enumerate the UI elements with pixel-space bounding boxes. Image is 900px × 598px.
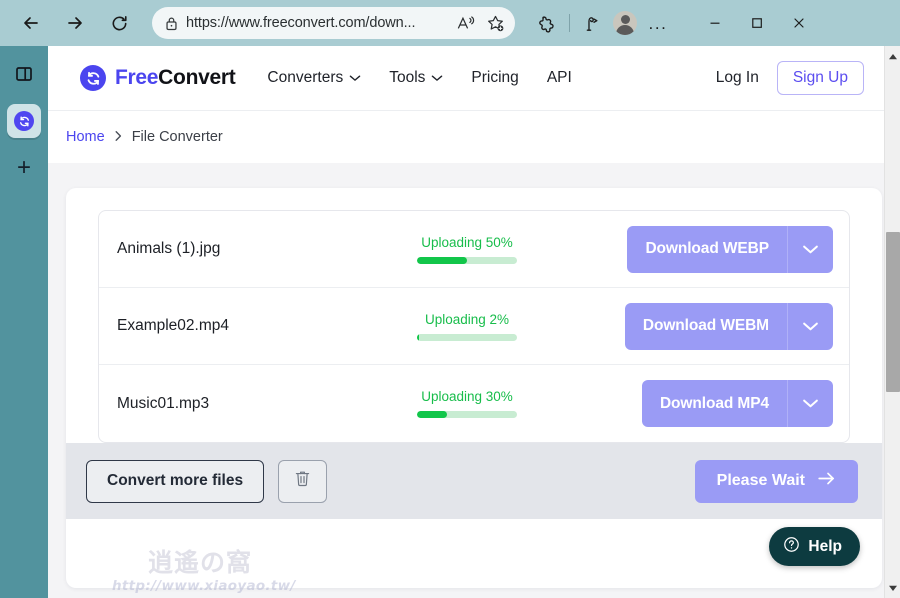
table-row: Music01.mp3 Uploading 30% Download MP4 — [99, 365, 849, 442]
signup-button[interactable]: Sign Up — [776, 61, 864, 95]
nav-label-api: API — [546, 69, 572, 86]
action-bar: Convert more files Please Wait — [66, 443, 882, 519]
progress-fill — [417, 333, 419, 341]
scrollbar-thumb[interactable] — [886, 232, 900, 392]
chevron-down-icon[interactable] — [787, 225, 833, 273]
active-tab-chip — [7, 104, 41, 138]
avatar — [613, 11, 637, 35]
chevron-down-icon[interactable] — [787, 302, 833, 350]
table-row: Example02.mp4 Uploading 2% Download WEBM — [99, 288, 849, 365]
close-button[interactable] — [778, 6, 820, 40]
lock-icon — [156, 16, 186, 31]
nav-label-pricing: Pricing — [471, 69, 519, 86]
nav-item-api[interactable]: API — [547, 69, 572, 87]
url-text: https://www.freeconvert.com/down... — [186, 15, 416, 31]
scroll-down-arrow-icon[interactable] — [885, 579, 900, 596]
nav-item-tools[interactable]: Tools — [389, 69, 443, 87]
window-controls — [694, 6, 820, 40]
more-settings-button[interactable]: ... — [642, 7, 674, 39]
minimize-button[interactable] — [694, 6, 736, 40]
brand-text: FreeConvert — [115, 66, 236, 90]
breadcrumb-separator-icon — [114, 130, 123, 145]
arrow-right-icon — [817, 471, 836, 491]
progress-track — [417, 256, 517, 264]
breadcrumb: Home File Converter — [48, 111, 900, 163]
brand-logo[interactable]: FreeConvert — [80, 65, 236, 91]
upload-progress: Uploading 50% — [367, 235, 567, 264]
breadcrumb-current: File Converter — [131, 129, 223, 145]
delete-all-button[interactable] — [278, 459, 328, 503]
upload-status-text: Uploading 30% — [421, 389, 513, 404]
convert-more-files-button[interactable]: Convert more files — [86, 459, 265, 503]
upload-status-text: Uploading 50% — [421, 234, 513, 250]
new-tab-button[interactable]: + — [0, 146, 48, 190]
freeconvert-logo-icon — [80, 65, 106, 91]
address-bar[interactable]: https://www.freeconvert.com/down... — [152, 7, 515, 39]
auth-actions: Log In Sign Up — [716, 61, 864, 95]
download-button[interactable]: Download WEBM — [624, 302, 787, 350]
browser-window: https://www.freeconvert.com/down... ... — [0, 0, 900, 598]
chevron-down-icon — [431, 69, 443, 87]
trash-icon — [294, 469, 311, 493]
help-label: Help — [808, 537, 842, 555]
split-screen-icon[interactable] — [576, 7, 608, 39]
toolbar-icons: ... — [531, 6, 674, 40]
brand-free: Free — [115, 66, 159, 89]
question-mark-circle-icon — [783, 536, 800, 558]
breadcrumb-home[interactable]: Home — [66, 129, 105, 145]
download-split-button: Download WEBM — [624, 302, 833, 350]
main-nav: Converters Tools Pricing API — [267, 69, 599, 87]
scroll-up-arrow-icon[interactable] — [885, 48, 900, 65]
toolbar-divider — [569, 14, 570, 32]
brand-convert: Convert — [158, 66, 236, 89]
browser-toolbar: https://www.freeconvert.com/down... ... — [0, 0, 900, 46]
download-button[interactable]: Download MP4 — [641, 380, 787, 427]
profile-avatar[interactable] — [608, 6, 642, 40]
sidebar-item-active-tab[interactable] — [0, 96, 48, 146]
login-link[interactable]: Log In — [716, 69, 759, 87]
file-name: Example02.mp4 — [117, 317, 230, 334]
add-favorite-star-icon[interactable] — [480, 14, 510, 33]
site-header: FreeConvert Converters Tools Pricing API… — [48, 46, 900, 111]
upload-progress: Uploading 30% — [367, 389, 567, 418]
download-split-button: Download MP4 — [641, 380, 833, 427]
upload-progress: Uploading 2% — [367, 312, 567, 341]
vertical-tab-sidebar: + — [0, 46, 48, 598]
nav-item-pricing[interactable]: Pricing — [471, 69, 518, 87]
file-name: Animals (1).jpg — [117, 240, 221, 257]
help-button[interactable]: Help — [769, 527, 860, 566]
nav-label-converters: Converters — [267, 69, 344, 86]
table-row: Animals (1).jpg Uploading 50% Download W… — [99, 211, 849, 288]
file-name: Music01.mp3 — [117, 394, 210, 412]
plus-icon: + — [16, 154, 31, 181]
freeconvert-favicon — [14, 111, 34, 131]
please-wait-button[interactable]: Please Wait — [694, 459, 858, 503]
forward-button[interactable] — [58, 6, 92, 40]
panel-layout-icon[interactable] — [0, 52, 48, 96]
page-viewport: FreeConvert Converters Tools Pricing API… — [48, 46, 900, 598]
progress-track — [417, 411, 517, 418]
chevron-down-icon — [349, 69, 361, 87]
nav-item-converters[interactable]: Converters — [267, 69, 361, 87]
upload-status-text: Uploading 2% — [424, 311, 510, 327]
more-dots-icon: ... — [648, 13, 668, 33]
progress-fill — [417, 411, 447, 418]
read-aloud-icon[interactable] — [450, 15, 480, 32]
progress-fill — [417, 256, 467, 264]
converter-card: Animals (1).jpg Uploading 50% Download W… — [66, 188, 882, 588]
please-wait-label: Please Wait — [716, 472, 805, 489]
browser-essentials-icon[interactable] — [531, 7, 563, 39]
chevron-down-icon[interactable] — [787, 380, 833, 427]
file-list: Animals (1).jpg Uploading 50% Download W… — [98, 210, 850, 443]
page-body: Animals (1).jpg Uploading 50% Download W… — [48, 163, 900, 598]
download-button[interactable]: Download WEBP — [627, 225, 787, 273]
page-scrollbar[interactable] — [884, 46, 900, 598]
maximize-button[interactable] — [736, 6, 778, 40]
progress-track — [417, 333, 517, 341]
reload-button[interactable] — [102, 6, 136, 40]
back-button[interactable] — [14, 6, 48, 40]
download-split-button: Download WEBP — [627, 225, 833, 273]
nav-label-tools: Tools — [389, 69, 426, 86]
